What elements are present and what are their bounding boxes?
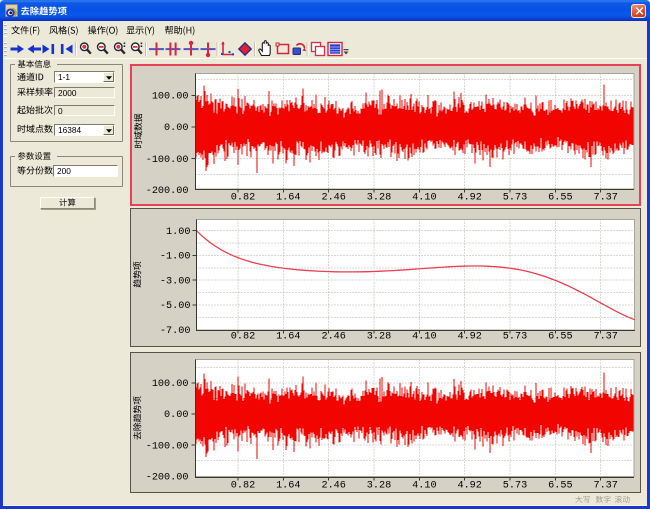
svg-text:0.82: 0.82: [231, 332, 255, 343]
svg-text:100.00: 100.00: [152, 379, 189, 390]
svg-text:7.37: 7.37: [593, 332, 617, 343]
svg-text:6.55: 6.55: [548, 481, 572, 492]
svg-text:4.10: 4.10: [412, 481, 436, 492]
svg-text:0.82: 0.82: [231, 193, 255, 204]
svg-text:1.64: 1.64: [276, 481, 300, 492]
svg-text:3.28: 3.28: [367, 193, 391, 204]
svg-text:4.92: 4.92: [457, 332, 481, 343]
svg-text:5.73: 5.73: [503, 481, 527, 492]
svg-text:-200.00: -200.00: [146, 472, 189, 483]
svg-text:4.92: 4.92: [457, 193, 481, 204]
svg-text:2.46: 2.46: [321, 481, 345, 492]
svg-text:7.37: 7.37: [593, 481, 617, 492]
svg-text:0.00: 0.00: [164, 410, 188, 421]
svg-text:2.46: 2.46: [321, 193, 345, 204]
svg-text:7.37: 7.37: [593, 193, 617, 204]
svg-text:-7.00: -7.00: [160, 326, 191, 337]
svg-text:-1.00: -1.00: [160, 252, 191, 263]
svg-text:2.46: 2.46: [321, 332, 345, 343]
svg-text:-100.00: -100.00: [146, 155, 189, 166]
svg-text:1.00: 1.00: [166, 227, 190, 238]
svg-text:-100.00: -100.00: [146, 441, 189, 452]
svg-text:3.28: 3.28: [367, 332, 391, 343]
svg-text:4.92: 4.92: [457, 481, 481, 492]
svg-text:-200.00: -200.00: [146, 186, 189, 197]
svg-text:1.64: 1.64: [276, 332, 300, 343]
svg-text:5.73: 5.73: [503, 332, 527, 343]
svg-text:5.73: 5.73: [503, 193, 527, 204]
svg-text:6.55: 6.55: [548, 193, 572, 204]
svg-text:-3.00: -3.00: [160, 276, 191, 287]
svg-text:6.55: 6.55: [548, 332, 572, 343]
svg-text:1.64: 1.64: [276, 193, 300, 204]
svg-text:100.00: 100.00: [152, 91, 189, 102]
svg-text:0.82: 0.82: [231, 481, 255, 492]
svg-text:4.10: 4.10: [412, 193, 436, 204]
svg-text:0.00: 0.00: [164, 123, 188, 134]
svg-text:3.28: 3.28: [367, 481, 391, 492]
svg-text:4.10: 4.10: [412, 332, 436, 343]
svg-text:-5.00: -5.00: [160, 301, 191, 312]
